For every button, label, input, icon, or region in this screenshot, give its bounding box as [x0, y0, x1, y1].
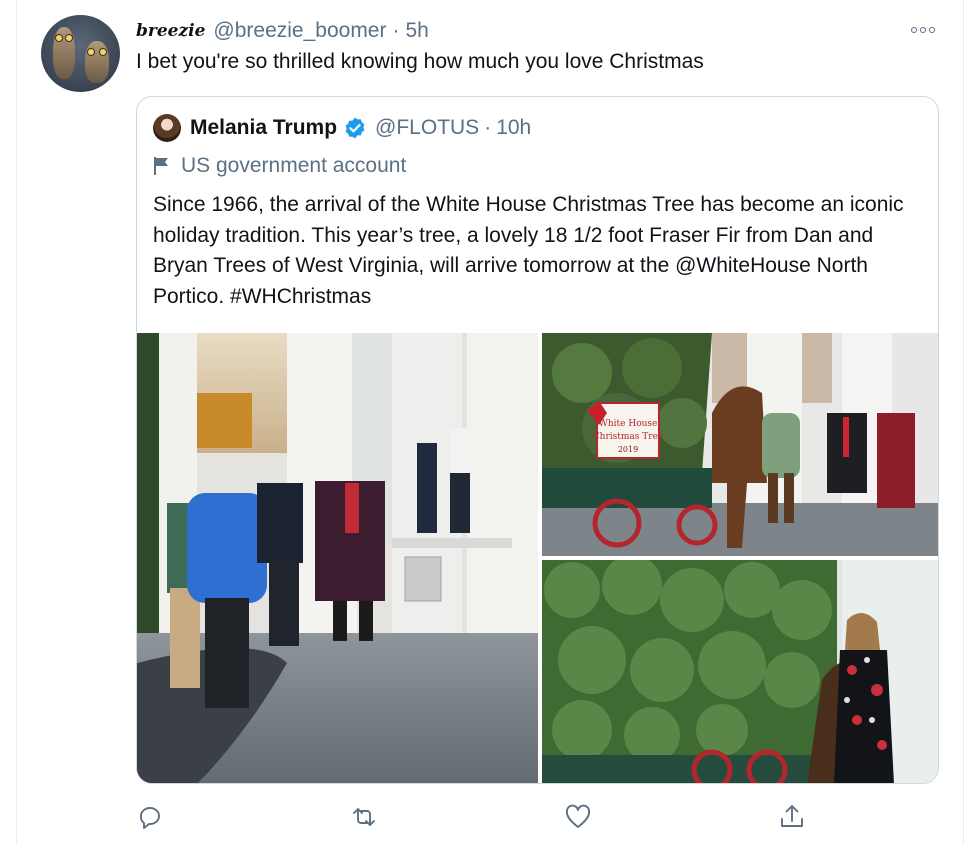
author-name[interactable]: breezie — [136, 21, 205, 41]
quoted-author-name[interactable]: Melania Trump — [190, 116, 337, 140]
tweet-actions-bar — [0, 802, 980, 834]
author-handle[interactable]: @breezie_boomer — [213, 19, 386, 43]
photo-portico-arrival[interactable] — [137, 333, 538, 784]
like-icon[interactable] — [563, 802, 593, 832]
sign-line-2: Christmas Tree — [593, 432, 663, 442]
quoted-tweet-header: Melania Trump @FLOTUS · 10h — [153, 113, 531, 143]
share-icon[interactable] — [777, 802, 807, 832]
tweet-text: I bet you're so thrilled knowing how muc… — [136, 50, 704, 73]
verified-badge-icon — [345, 117, 365, 139]
reply-icon[interactable] — [135, 802, 165, 832]
timeline-right-border — [963, 0, 964, 845]
quoted-author-handle[interactable]: @FLOTUS — [375, 116, 479, 140]
quoted-header-separator: · — [484, 116, 492, 139]
government-account-label: US government account — [153, 152, 406, 180]
quoted-tweet-text: Since 1966, the arrival of the White Hou… — [153, 193, 904, 308]
quoted-tweet-time[interactable]: 10h — [496, 116, 531, 140]
timeline-left-border — [16, 0, 17, 845]
owl-figure — [53, 27, 75, 79]
retweet-icon[interactable] — [349, 802, 379, 832]
quoted-author-avatar[interactable] — [153, 114, 181, 142]
owl-figure — [85, 41, 109, 83]
sign-line-3: 2019 — [618, 445, 638, 454]
header-separator: · — [392, 19, 400, 42]
flag-icon — [154, 157, 168, 175]
tweet-header: breezie @breezie_boomer · 5h — [136, 18, 429, 44]
photo-horse-carriage[interactable]: White House Christmas Tree 2019 — [542, 333, 938, 556]
tweet-time[interactable]: 5h — [405, 19, 428, 43]
government-account-text: US government account — [181, 154, 407, 177]
photo-tree-wagon[interactable] — [542, 560, 938, 784]
sign-line-1: White House — [599, 419, 658, 429]
quoted-tweet-media-grid: White House Christmas Tree 2019 — [137, 333, 938, 784]
author-avatar[interactable] — [41, 15, 120, 92]
quoted-tweet-card[interactable]: Melania Trump @FLOTUS · 10h US governmen… — [136, 96, 939, 784]
more-options-icon[interactable] — [911, 23, 939, 37]
